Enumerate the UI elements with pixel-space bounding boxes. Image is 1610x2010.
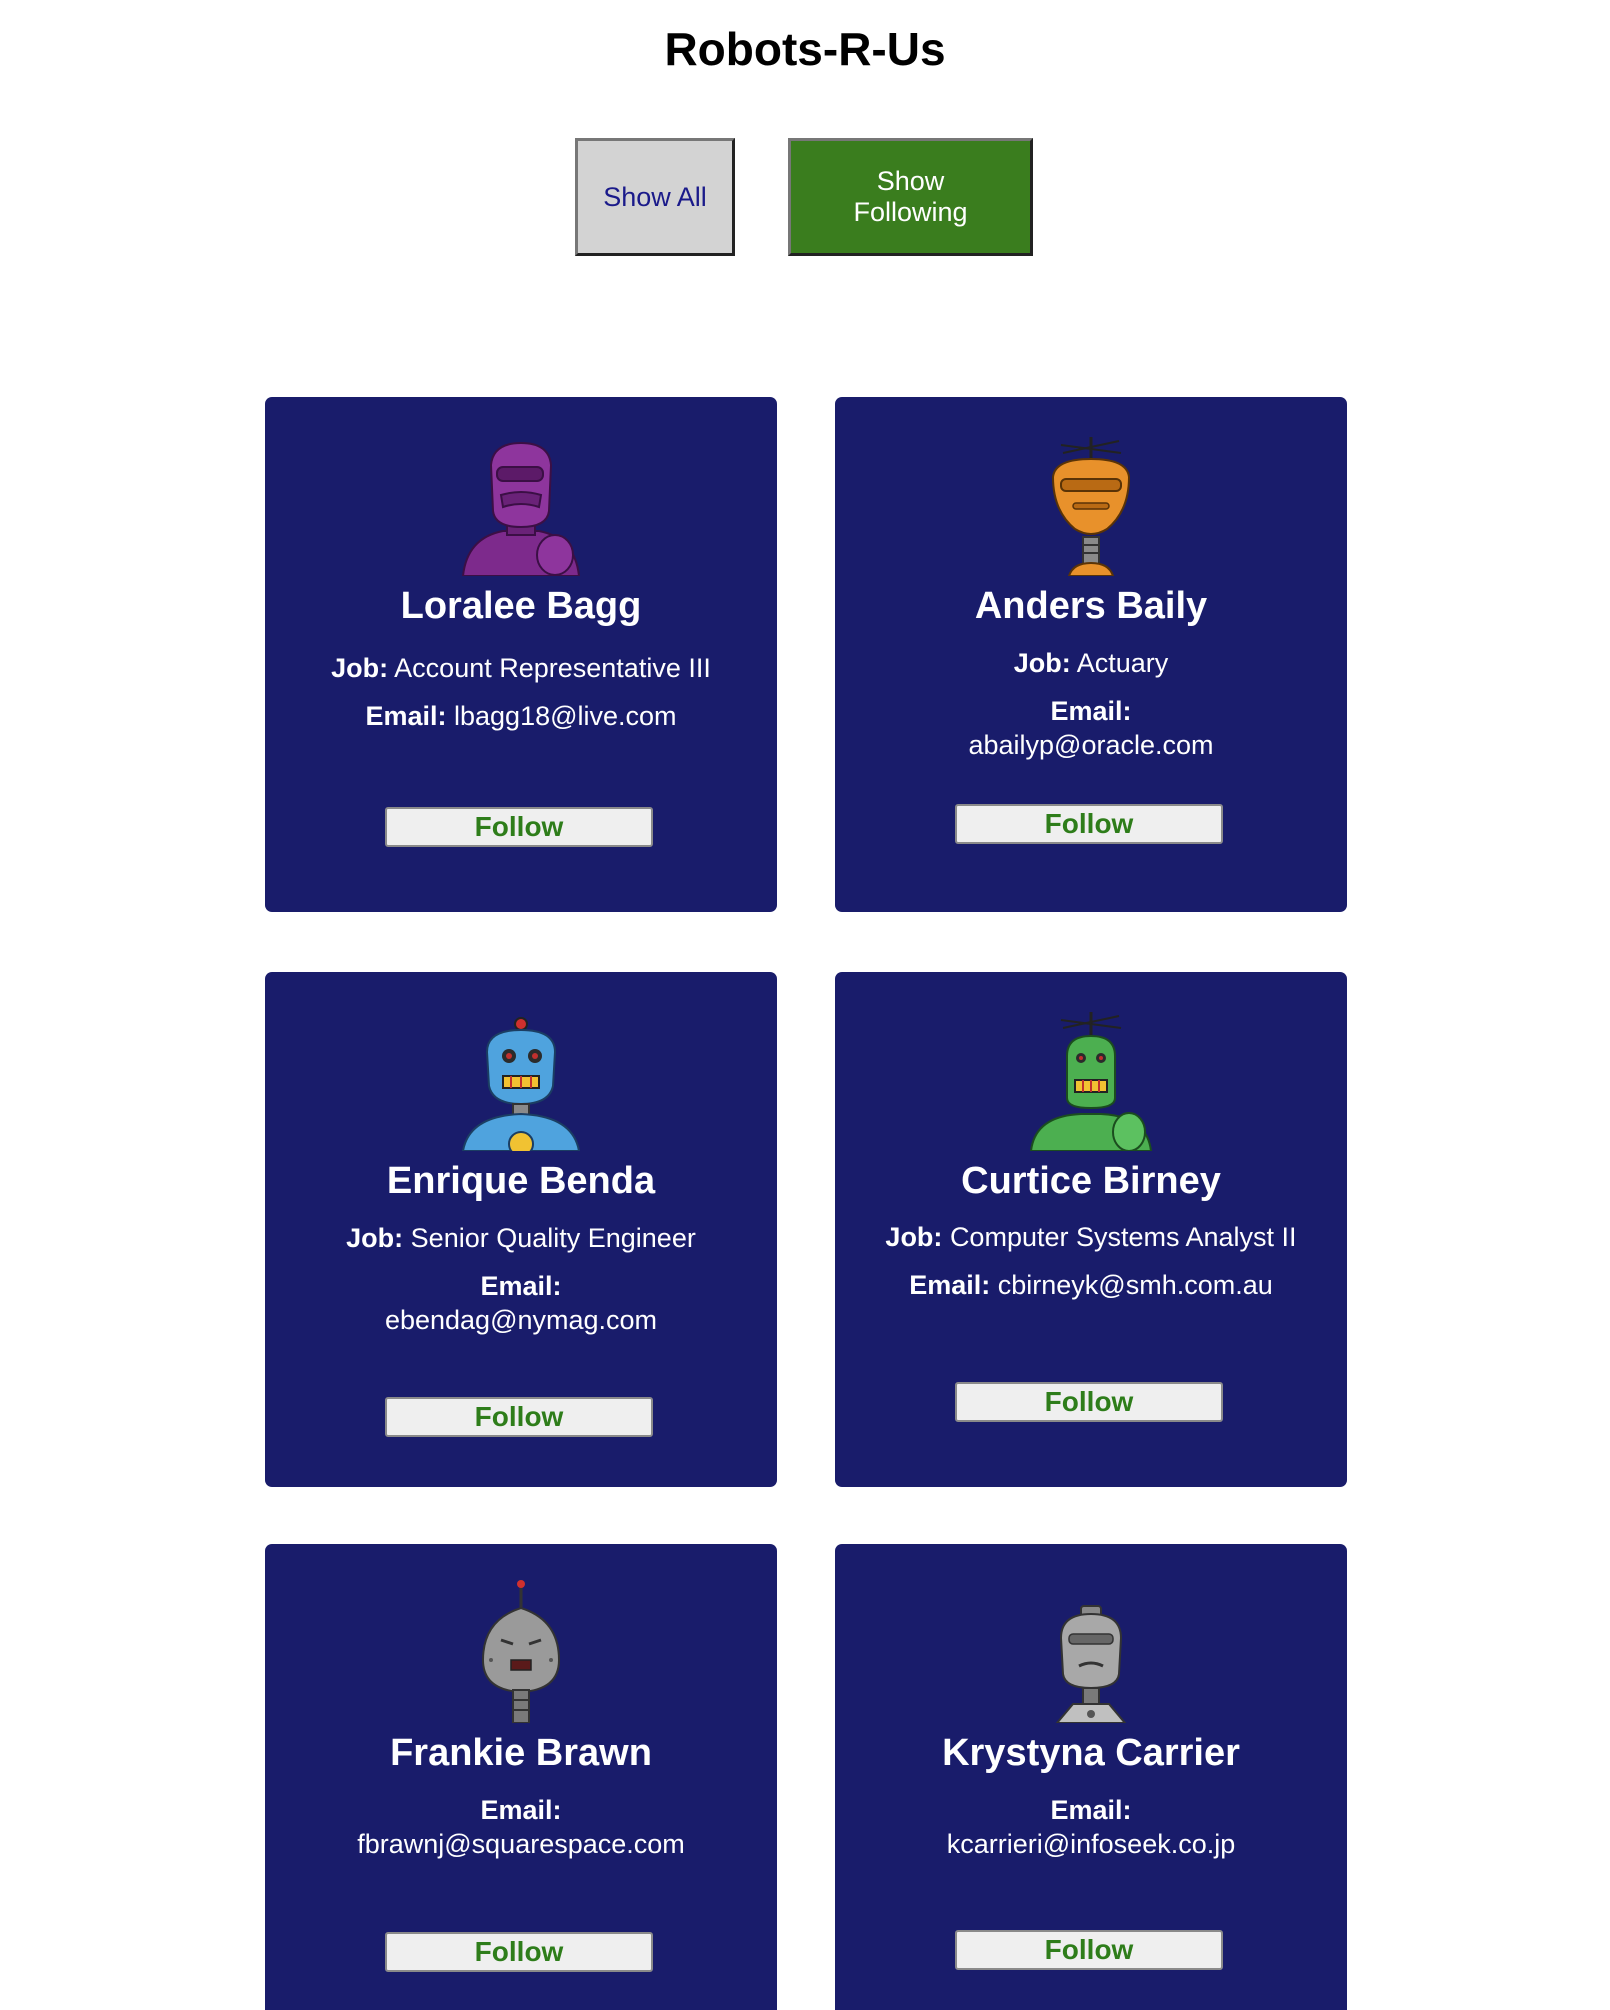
email-line: Email: fbrawnj@squarespace.com xyxy=(315,1793,727,1861)
robot-card: Curtice Birney Job: Computer Systems Ana… xyxy=(835,972,1347,1487)
robot-details: Email: fbrawnj@squarespace.com xyxy=(315,1793,727,1875)
robot-name: Curtice Birney xyxy=(961,1160,1221,1202)
job-value: Account Representative III xyxy=(394,653,711,683)
email-label: Email: xyxy=(480,1795,562,1825)
filter-toolbar: Show All Show Following xyxy=(0,138,1610,258)
email-value: cbirneyk@smh.com.au xyxy=(997,1270,1273,1300)
gray-robot-icon xyxy=(481,1580,561,1723)
email-value: fbrawnj@squarespace.com xyxy=(357,1829,685,1859)
email-label: Email: xyxy=(909,1270,991,1300)
job-label: Job: xyxy=(346,1223,404,1253)
robot-name: Krystyna Carrier xyxy=(942,1732,1240,1774)
email-label: Email: xyxy=(1050,696,1132,726)
email-line: Email: cbirneyk@smh.com.au xyxy=(885,1268,1297,1302)
robot-name: Frankie Brawn xyxy=(390,1732,652,1774)
email-line: Email: ebendag@nymag.com xyxy=(315,1269,727,1337)
email-line: Email: kcarrieri@infoseek.co.jp xyxy=(885,1793,1297,1861)
job-value: Computer Systems Analyst II xyxy=(949,1222,1297,1252)
email-value: lbagg18@live.com xyxy=(454,701,677,731)
job-value: Senior Quality Engineer xyxy=(410,1223,696,1253)
job-line: Job: Computer Systems Analyst II xyxy=(885,1220,1297,1254)
email-label: Email: xyxy=(1050,1795,1132,1825)
green-robot-icon xyxy=(1029,1012,1153,1151)
robot-card: Loralee Bagg Job: Account Representative… xyxy=(265,397,777,912)
orange-robot-icon xyxy=(1051,437,1131,576)
purple-robot-icon xyxy=(461,441,581,576)
email-label: Email: xyxy=(480,1271,562,1301)
email-value: abailyp@oracle.com xyxy=(968,730,1214,760)
robot-details: Email: kcarrieri@infoseek.co.jp xyxy=(885,1793,1297,1875)
page-title: Robots-R-Us xyxy=(664,23,946,75)
robot-card: Frankie Brawn Email: fbrawnj@squarespace.… xyxy=(265,1544,777,2010)
follow-button[interactable]: Follow xyxy=(955,1930,1223,1970)
robot-details: Job: Senior Quality Engineer Email: ebend… xyxy=(315,1221,727,1351)
job-label: Job: xyxy=(885,1222,943,1252)
robot-name: Enrique Benda xyxy=(386,1160,656,1202)
follow-button[interactable]: Follow xyxy=(385,1932,653,1972)
robot-details: Job: Computer Systems Analyst II Email: … xyxy=(885,1220,1297,1316)
follow-button[interactable]: Follow xyxy=(385,1397,653,1437)
job-value: Actuary xyxy=(1076,648,1169,678)
email-label: Email: xyxy=(365,701,447,731)
follow-button[interactable]: Follow xyxy=(955,804,1223,844)
robot-details: Job: Account Representative III Email: l… xyxy=(315,651,727,747)
job-line: Job: Account Representative III xyxy=(315,651,727,685)
robot-card: Enrique Benda Job: Senior Quality Engine… xyxy=(265,972,777,1487)
email-value: ebendag@nymag.com xyxy=(384,1305,658,1335)
follow-button[interactable]: Follow xyxy=(955,1382,1223,1422)
job-line: Job: Actuary xyxy=(885,646,1297,680)
silver-robot-icon xyxy=(1055,1605,1127,1723)
robot-card: Anders Baily Job: Actuary Email: abailyp@… xyxy=(835,397,1347,912)
blue-robot-icon xyxy=(461,1017,581,1151)
email-value: kcarrieri@infoseek.co.jp xyxy=(946,1829,1236,1859)
robot-card: Krystyna Carrier Email: kcarrieri@infosee… xyxy=(835,1544,1347,2010)
show-all-button[interactable]: Show All xyxy=(575,138,735,256)
robot-name: Loralee Bagg xyxy=(400,585,642,627)
robot-details: Job: Actuary Email: abailyp@oracle.com xyxy=(885,646,1297,776)
follow-button[interactable]: Follow xyxy=(385,807,653,847)
email-line: Email: abailyp@oracle.com xyxy=(885,694,1297,762)
job-line: Job: Senior Quality Engineer xyxy=(315,1221,727,1255)
show-following-button[interactable]: Show Following xyxy=(788,138,1033,256)
job-label: Job: xyxy=(331,653,389,683)
app-root: Robots-R-Us Show All Show Following Lora… xyxy=(0,0,1610,2010)
email-line: Email: lbagg18@live.com xyxy=(315,699,727,733)
robot-name: Anders Baily xyxy=(974,585,1208,627)
job-label: Job: xyxy=(1013,648,1071,678)
